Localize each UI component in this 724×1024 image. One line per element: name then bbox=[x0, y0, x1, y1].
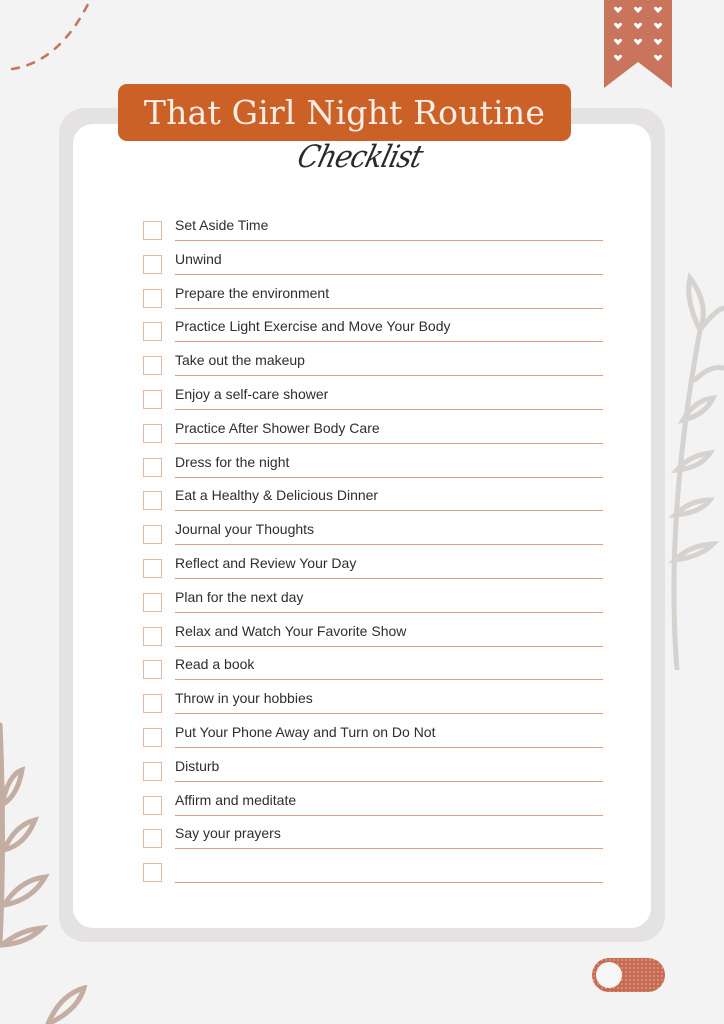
checkbox[interactable] bbox=[143, 694, 162, 714]
checklist-item: Say your prayers bbox=[143, 820, 603, 854]
checkbox[interactable] bbox=[143, 254, 162, 274]
writing-line bbox=[175, 814, 603, 816]
writing-line bbox=[175, 544, 603, 546]
checklist: Set Aside Time Unwind Prepare the environm… bbox=[143, 212, 603, 888]
writing-line bbox=[175, 510, 603, 512]
checklist-item: Enjoy a self-care shower bbox=[143, 381, 603, 415]
checklist-item-label: Eat a Healthy & Delicious Dinner bbox=[175, 487, 379, 504]
checklist-item: Put Your Phone Away and Turn on Do Not bbox=[143, 719, 603, 753]
checklist-item: Reflect and Review Your Day bbox=[143, 550, 603, 584]
checkbox[interactable] bbox=[143, 525, 162, 545]
writing-line bbox=[175, 645, 603, 647]
checklist-item bbox=[143, 854, 603, 888]
checklist-item: Journal your Thoughts bbox=[143, 516, 603, 550]
checkbox[interactable] bbox=[143, 356, 162, 376]
checklist-item: Relax and Watch Your Favorite Show bbox=[143, 618, 603, 652]
checklist-item-label: Relax and Watch Your Favorite Show bbox=[175, 622, 407, 639]
writing-line bbox=[175, 713, 603, 715]
page-subtitle: Checklist bbox=[293, 138, 427, 175]
checklist-item: Disturb bbox=[143, 753, 603, 787]
checklist-item-label: Read a book bbox=[175, 656, 255, 673]
leaf-bottom-icon bbox=[45, 985, 88, 1024]
checkbox[interactable] bbox=[143, 660, 162, 680]
checklist-item-label: Plan for the next day bbox=[175, 588, 304, 605]
checkbox[interactable] bbox=[143, 727, 162, 747]
checklist-item-label: Affirm and meditate bbox=[175, 791, 297, 808]
checklist-item: Dress for the night bbox=[143, 449, 603, 483]
checklist-item: Throw in your hobbies bbox=[143, 685, 603, 719]
writing-line bbox=[175, 746, 603, 748]
writing-line bbox=[175, 611, 603, 613]
checkbox[interactable] bbox=[143, 491, 162, 511]
writing-line bbox=[175, 273, 603, 275]
toggle-knob[interactable] bbox=[596, 962, 622, 988]
writing-line bbox=[175, 375, 603, 377]
checkbox[interactable] bbox=[143, 863, 162, 883]
leaf-branch-right-icon bbox=[668, 272, 724, 670]
checklist-item-label: Throw in your hobbies bbox=[175, 690, 313, 707]
writing-line bbox=[175, 679, 603, 681]
toggle-switch[interactable] bbox=[592, 958, 665, 992]
checkbox[interactable] bbox=[143, 829, 162, 849]
checkbox[interactable] bbox=[143, 558, 162, 578]
checkbox[interactable] bbox=[143, 592, 162, 612]
writing-line bbox=[175, 780, 603, 782]
checklist-item-label: Set Aside Time bbox=[175, 217, 269, 233]
writing-line bbox=[175, 882, 603, 884]
dashed-arc-decoration bbox=[10, 0, 92, 71]
checklist-item-label: Unwind bbox=[175, 250, 222, 267]
checklist-item-label: Dress for the night bbox=[175, 453, 290, 470]
writing-line bbox=[175, 848, 603, 850]
checklist-item: Take out the makeup bbox=[143, 347, 603, 381]
checklist-item-label: Disturb bbox=[175, 757, 220, 774]
checkbox[interactable] bbox=[143, 221, 162, 240]
checklist-item-label: Prepare the environment bbox=[175, 284, 330, 301]
checkbox[interactable] bbox=[143, 457, 162, 477]
checklist-item-label: Practice Light Exercise and Move Your Bo… bbox=[175, 318, 451, 335]
checklist-item: Set Aside Time bbox=[143, 212, 603, 246]
checklist-item-label: Reflect and Review Your Day bbox=[175, 554, 357, 571]
checkbox[interactable] bbox=[143, 626, 162, 646]
writing-line bbox=[175, 476, 603, 478]
checkbox[interactable] bbox=[143, 389, 162, 409]
bookmark-ribbon-icon bbox=[604, 0, 672, 88]
checkbox[interactable] bbox=[143, 322, 162, 342]
checklist-item: Affirm and meditate bbox=[143, 787, 603, 821]
checklist-item: Practice Light Exercise and Move Your Bo… bbox=[143, 313, 603, 347]
writing-line bbox=[175, 577, 603, 579]
page-title: That Girl Night Routine bbox=[143, 93, 546, 132]
checkbox[interactable] bbox=[143, 288, 162, 308]
checklist-item: Plan for the next day bbox=[143, 584, 603, 618]
writing-line bbox=[175, 442, 603, 444]
checklist-item: Prepare the environment bbox=[143, 280, 603, 314]
checklist-item: Eat a Healthy & Delicious Dinner bbox=[143, 482, 603, 516]
checkbox[interactable] bbox=[143, 795, 162, 815]
writing-line bbox=[175, 307, 603, 309]
checklist-item-label: Say your prayers bbox=[175, 825, 281, 842]
checkbox[interactable] bbox=[143, 423, 162, 443]
writing-line bbox=[175, 240, 603, 241]
leaf-branch-left-icon bbox=[0, 722, 50, 948]
checklist-item: Practice After Shower Body Care bbox=[143, 415, 603, 449]
title-banner: That Girl Night Routine bbox=[118, 84, 571, 141]
checkbox[interactable] bbox=[143, 761, 162, 781]
checklist-item-label: Practice After Shower Body Care bbox=[175, 419, 380, 436]
checklist-item-label: Journal your Thoughts bbox=[175, 521, 315, 538]
checklist-item-label: Put Your Phone Away and Turn on Do Not bbox=[175, 723, 436, 740]
checklist-item-label: Take out the makeup bbox=[175, 352, 305, 369]
writing-line bbox=[175, 341, 603, 343]
checklist-item: Unwind bbox=[143, 246, 603, 280]
writing-line bbox=[175, 408, 603, 410]
checklist-item: Read a book bbox=[143, 651, 603, 685]
checklist-item-label: Enjoy a self-care shower bbox=[175, 385, 329, 402]
